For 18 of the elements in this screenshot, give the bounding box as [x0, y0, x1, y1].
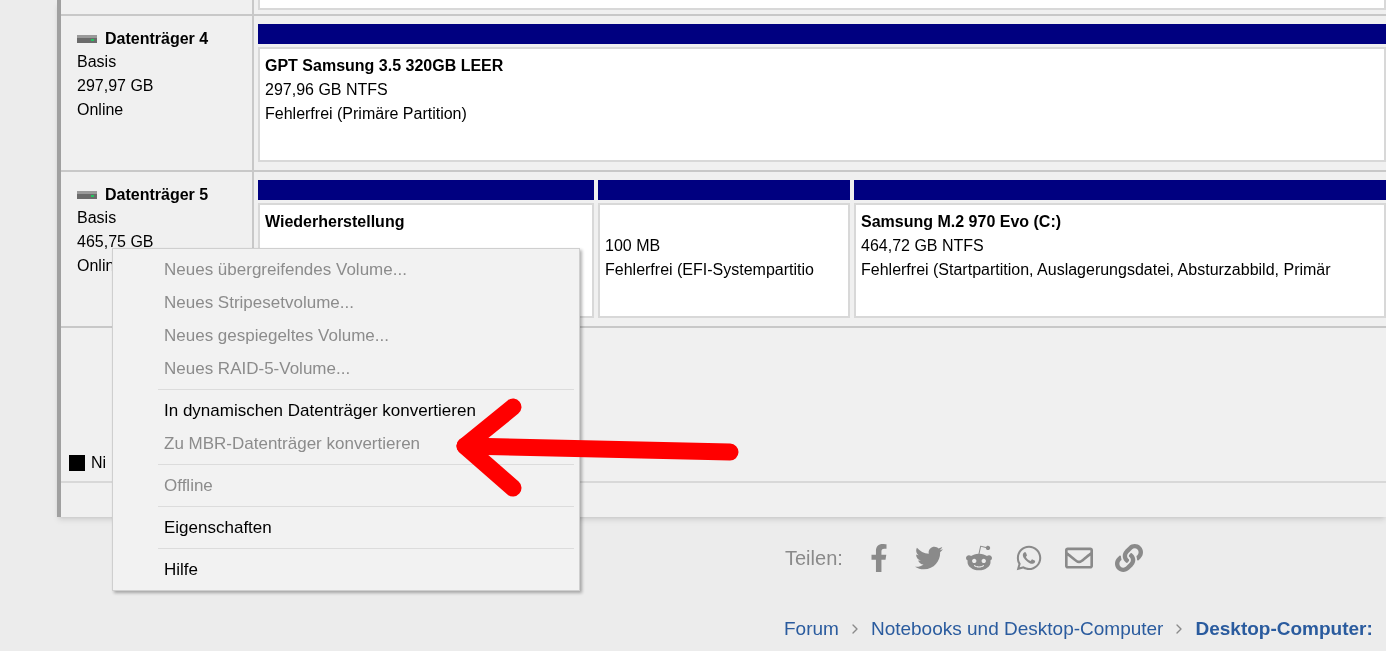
partition-name: GPT Samsung 3.5 320GB LEER: [265, 56, 505, 76]
partition-info: 297,96 GB NTFS: [265, 80, 389, 100]
partition-name: Samsung M.2 970 Evo (C:): [861, 212, 1063, 232]
disk-info: Online: [77, 100, 124, 120]
disk-title: Datenträger 4: [105, 29, 209, 49]
partition-info: Fehlerfrei (Primäre Partition): [265, 104, 468, 124]
partition-info: 100 MB: [605, 236, 662, 256]
share-label: Teilen:: [785, 546, 843, 571]
legend-label: Ni: [91, 453, 107, 473]
disk-info: 465,75 GB: [77, 232, 154, 252]
partition-name: Wiederherstellung: [265, 212, 406, 232]
disk-info: Basis: [77, 208, 117, 228]
partition-info: Fehlerfrei (Startpartition, Auslagerungsdatei, Absturzabbild, Primär: [861, 260, 1332, 280]
disk-info: Basis: [77, 52, 117, 72]
disk-info: 297,97 GB: [77, 76, 154, 96]
partition-info: Fehlerfrei (EFI-Systempartitio: [605, 260, 815, 280]
disk-title: Datenträger 5: [105, 185, 209, 205]
partition-info: 464,72 GB NTFS: [861, 236, 985, 256]
